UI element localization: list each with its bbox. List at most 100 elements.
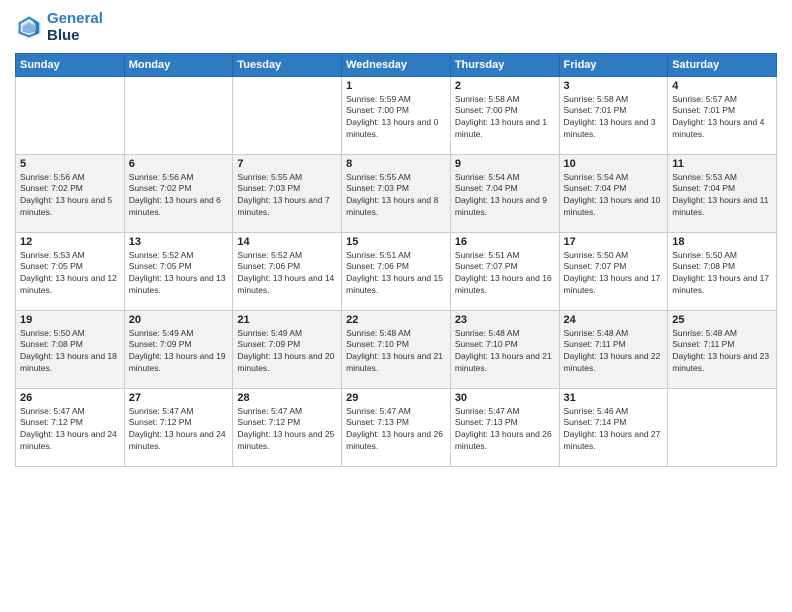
day-info: Sunrise: 5:51 AMSunset: 7:06 PMDaylight:… bbox=[346, 250, 446, 298]
weekday-saturday: Saturday bbox=[668, 53, 777, 76]
week-row-1: 1Sunrise: 5:59 AMSunset: 7:00 PMDaylight… bbox=[16, 76, 777, 154]
day-info: Sunrise: 5:59 AMSunset: 7:00 PMDaylight:… bbox=[346, 94, 446, 142]
calendar-cell: 20Sunrise: 5:49 AMSunset: 7:09 PMDayligh… bbox=[124, 310, 233, 388]
calendar-cell: 11 Sunrise: 5:53 AMSunset: 7:04 PMDayligh… bbox=[668, 154, 777, 232]
day-number: 6 bbox=[129, 158, 229, 170]
logo-text: General Blue bbox=[47, 10, 103, 45]
day-info: Sunrise: 5:46 AMSunset: 7:14 PMDaylight:… bbox=[564, 406, 664, 454]
day-number: 25 bbox=[672, 314, 772, 326]
day-info: Sunrise: 5:48 AMSunset: 7:11 PMDaylight:… bbox=[672, 328, 772, 376]
calendar-cell: 2 Sunrise: 5:58 AMSunset: 7:00 PMDaylight… bbox=[450, 76, 559, 154]
day-number: 3 bbox=[564, 80, 664, 92]
weekday-sunday: Sunday bbox=[16, 53, 125, 76]
day-info: Sunrise: 5:53 AMSunset: 7:04 PMDaylight:… bbox=[672, 172, 772, 220]
day-number: 8 bbox=[346, 158, 446, 170]
day-number: 17 bbox=[564, 236, 664, 248]
day-info: Sunrise: 5:48 AMSunset: 7:10 PMDaylight:… bbox=[346, 328, 446, 376]
week-row-2: 5 Sunrise: 5:56 AMSunset: 7:02 PMDaylight… bbox=[16, 154, 777, 232]
day-number: 9 bbox=[455, 158, 555, 170]
day-info: Sunrise: 5:57 AMSunset: 7:01 PMDaylight:… bbox=[672, 94, 772, 142]
day-number: 23 bbox=[455, 314, 555, 326]
week-row-3: 12Sunrise: 5:53 AMSunset: 7:05 PMDayligh… bbox=[16, 232, 777, 310]
day-number: 26 bbox=[20, 392, 120, 404]
weekday-tuesday: Tuesday bbox=[233, 53, 342, 76]
weekday-wednesday: Wednesday bbox=[342, 53, 451, 76]
day-info: Sunrise: 5:55 AMSunset: 7:03 PMDaylight:… bbox=[237, 172, 337, 220]
weekday-thursday: Thursday bbox=[450, 53, 559, 76]
day-number: 2 bbox=[455, 80, 555, 92]
day-number: 16 bbox=[455, 236, 555, 248]
day-info: Sunrise: 5:47 AMSunset: 7:13 PMDaylight:… bbox=[455, 406, 555, 454]
day-info: Sunrise: 5:48 AMSunset: 7:11 PMDaylight:… bbox=[564, 328, 664, 376]
calendar-cell: 15 Sunrise: 5:51 AMSunset: 7:06 PMDayligh… bbox=[342, 232, 451, 310]
day-info: Sunrise: 5:50 AMSunset: 7:08 PMDaylight:… bbox=[672, 250, 772, 298]
logo-blue: Blue bbox=[47, 27, 103, 44]
day-number: 19 bbox=[20, 314, 120, 326]
calendar-cell: 9 Sunrise: 5:54 AMSunset: 7:04 PMDaylight… bbox=[450, 154, 559, 232]
calendar-cell: 24 Sunrise: 5:48 AMSunset: 7:11 PMDayligh… bbox=[559, 310, 668, 388]
day-info: Sunrise: 5:54 AMSunset: 7:04 PMDaylight:… bbox=[455, 172, 555, 220]
calendar-cell: 4 Sunrise: 5:57 AMSunset: 7:01 PMDaylight… bbox=[668, 76, 777, 154]
day-number: 20 bbox=[129, 314, 229, 326]
calendar-cell bbox=[124, 76, 233, 154]
day-number: 28 bbox=[237, 392, 337, 404]
calendar-cell: 13Sunrise: 5:52 AMSunset: 7:05 PMDayligh… bbox=[124, 232, 233, 310]
calendar-cell: 27 Sunrise: 5:47 AMSunset: 7:12 PMDayligh… bbox=[124, 388, 233, 466]
calendar-header: General Blue bbox=[15, 10, 777, 45]
day-info: Sunrise: 5:49 AMSunset: 7:09 PMDaylight:… bbox=[237, 328, 337, 376]
calendar-cell: 23 Sunrise: 5:48 AMSunset: 7:10 PMDayligh… bbox=[450, 310, 559, 388]
day-info: Sunrise: 5:52 AMSunset: 7:06 PMDaylight:… bbox=[237, 250, 337, 298]
calendar-cell: 26 Sunrise: 5:47 AMSunset: 7:12 PMDayligh… bbox=[16, 388, 125, 466]
day-number: 12 bbox=[20, 236, 120, 248]
day-number: 29 bbox=[346, 392, 446, 404]
day-number: 27 bbox=[129, 392, 229, 404]
day-info: Sunrise: 5:47 AMSunset: 7:12 PMDaylight:… bbox=[20, 406, 120, 454]
day-number: 24 bbox=[564, 314, 664, 326]
day-number: 30 bbox=[455, 392, 555, 404]
day-number: 10 bbox=[564, 158, 664, 170]
day-number: 7 bbox=[237, 158, 337, 170]
day-info: Sunrise: 5:51 AMSunset: 7:07 PMDaylight:… bbox=[455, 250, 555, 298]
day-number: 18 bbox=[672, 236, 772, 248]
day-info: Sunrise: 5:54 AMSunset: 7:04 PMDaylight:… bbox=[564, 172, 664, 220]
day-info: Sunrise: 5:47 AMSunset: 7:13 PMDaylight:… bbox=[346, 406, 446, 454]
day-number: 22 bbox=[346, 314, 446, 326]
calendar-container: General Blue SundayMondayTuesdayWednesda… bbox=[0, 0, 792, 472]
calendar-cell: 3 Sunrise: 5:58 AMSunset: 7:01 PMDaylight… bbox=[559, 76, 668, 154]
week-row-4: 19 Sunrise: 5:50 AMSunset: 7:08 PMDayligh… bbox=[16, 310, 777, 388]
day-number: 5 bbox=[20, 158, 120, 170]
calendar-cell: 8 Sunrise: 5:55 AMSunset: 7:03 PMDaylight… bbox=[342, 154, 451, 232]
day-number: 15 bbox=[346, 236, 446, 248]
calendar-cell: 17Sunrise: 5:50 AMSunset: 7:07 PMDayligh… bbox=[559, 232, 668, 310]
calendar-table: SundayMondayTuesdayWednesdayThursdayFrid… bbox=[15, 53, 777, 467]
calendar-cell: 14Sunrise: 5:52 AMSunset: 7:06 PMDayligh… bbox=[233, 232, 342, 310]
day-info: Sunrise: 5:56 AMSunset: 7:02 PMDaylight:… bbox=[129, 172, 229, 220]
day-number: 11 bbox=[672, 158, 772, 170]
weekday-friday: Friday bbox=[559, 53, 668, 76]
calendar-cell: 12Sunrise: 5:53 AMSunset: 7:05 PMDayligh… bbox=[16, 232, 125, 310]
day-info: Sunrise: 5:58 AMSunset: 7:01 PMDaylight:… bbox=[564, 94, 664, 142]
day-info: Sunrise: 5:58 AMSunset: 7:00 PMDaylight:… bbox=[455, 94, 555, 142]
logo: General Blue bbox=[15, 10, 103, 45]
day-number: 31 bbox=[564, 392, 664, 404]
calendar-cell: 29 Sunrise: 5:47 AMSunset: 7:13 PMDayligh… bbox=[342, 388, 451, 466]
day-number: 21 bbox=[237, 314, 337, 326]
day-info: Sunrise: 5:55 AMSunset: 7:03 PMDaylight:… bbox=[346, 172, 446, 220]
calendar-cell: 21 Sunrise: 5:49 AMSunset: 7:09 PMDayligh… bbox=[233, 310, 342, 388]
day-info: Sunrise: 5:47 AMSunset: 7:12 PMDaylight:… bbox=[237, 406, 337, 454]
calendar-cell: 31 Sunrise: 5:46 AMSunset: 7:14 PMDayligh… bbox=[559, 388, 668, 466]
weekday-header-row: SundayMondayTuesdayWednesdayThursdayFrid… bbox=[16, 53, 777, 76]
calendar-cell: 25 Sunrise: 5:48 AMSunset: 7:11 PMDayligh… bbox=[668, 310, 777, 388]
day-info: Sunrise: 5:48 AMSunset: 7:10 PMDaylight:… bbox=[455, 328, 555, 376]
calendar-cell: 28 Sunrise: 5:47 AMSunset: 7:12 PMDayligh… bbox=[233, 388, 342, 466]
calendar-cell bbox=[233, 76, 342, 154]
calendar-cell: 5Sunrise: 5:56 AMSunset: 7:02 PMDaylight… bbox=[16, 154, 125, 232]
calendar-cell: 22 Sunrise: 5:48 AMSunset: 7:10 PMDayligh… bbox=[342, 310, 451, 388]
calendar-cell: 7 Sunrise: 5:55 AMSunset: 7:03 PMDaylight… bbox=[233, 154, 342, 232]
calendar-cell: 18 Sunrise: 5:50 AMSunset: 7:08 PMDayligh… bbox=[668, 232, 777, 310]
day-number: 4 bbox=[672, 80, 772, 92]
day-info: Sunrise: 5:50 AMSunset: 7:08 PMDaylight:… bbox=[20, 328, 120, 376]
calendar-cell: 19 Sunrise: 5:50 AMSunset: 7:08 PMDayligh… bbox=[16, 310, 125, 388]
day-info: Sunrise: 5:47 AMSunset: 7:12 PMDaylight:… bbox=[129, 406, 229, 454]
day-info: Sunrise: 5:52 AMSunset: 7:05 PMDaylight:… bbox=[129, 250, 229, 298]
